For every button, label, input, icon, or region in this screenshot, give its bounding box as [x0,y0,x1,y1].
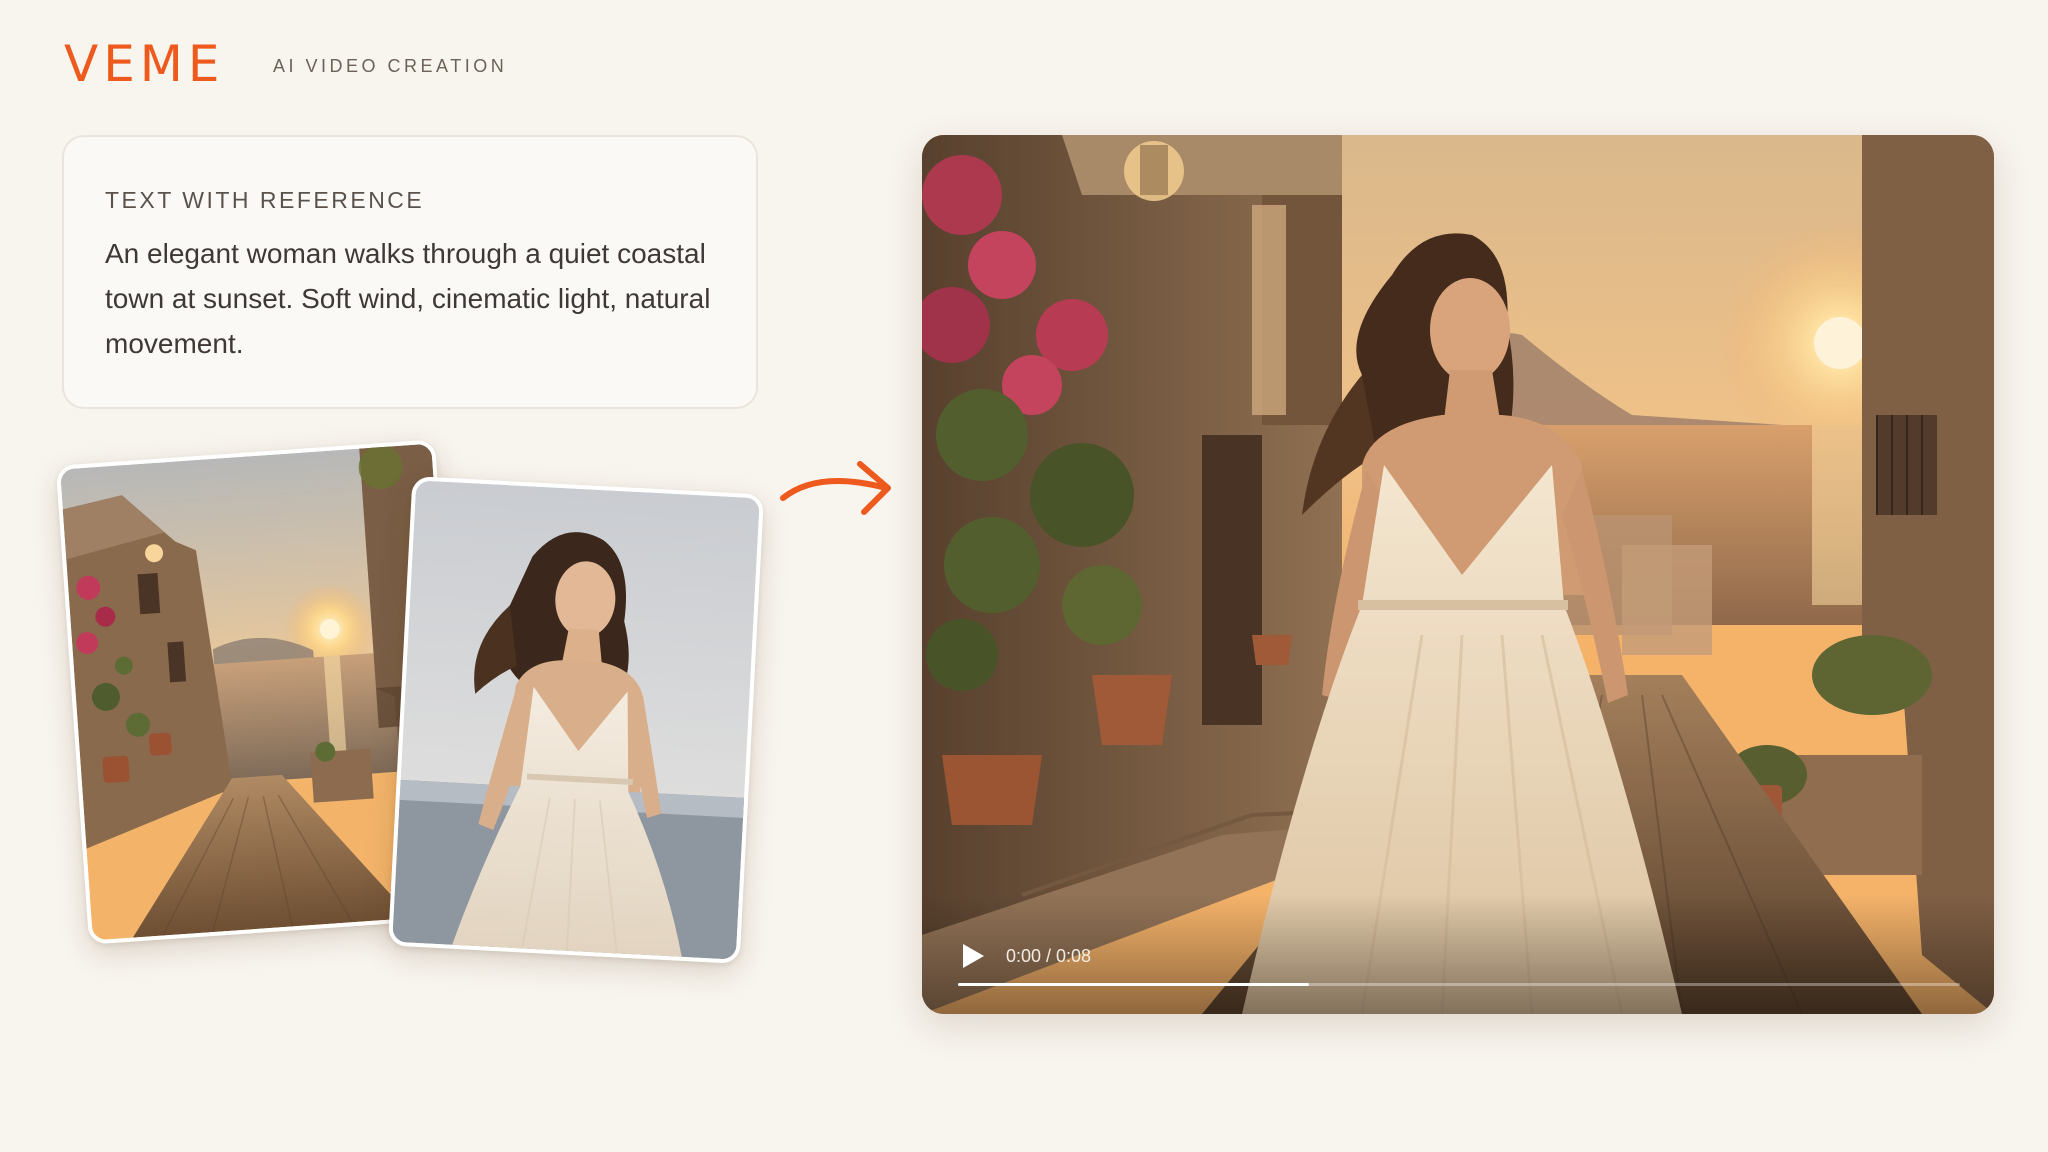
video-time-display: 0:00 / 0:08 [1006,946,1092,966]
arrow-right-icon [780,461,891,515]
generated-video-frame [922,135,1994,1014]
prompt-heading: TEXT WITH REFERENCE [105,187,425,213]
prompt-text: An elegant woman walks through a quiet c… [105,238,711,359]
play-icon[interactable] [960,942,986,970]
woman-portrait-photo [392,480,760,960]
brand-tagline: AI VIDEO CREATION [273,56,508,76]
video-player[interactable]: 0:00 / 0:08 [922,135,1994,1014]
page: VEME AI VIDEO CREATION TEXT WITH REFEREN… [0,0,2048,1152]
reference-image-person[interactable] [387,476,765,964]
video-progress-bar[interactable] [958,983,1960,986]
brand-logo[interactable]: VEME [64,36,225,92]
video-progress-fill [958,983,1309,986]
prompt-card: TEXT WITH REFERENCE An elegant woman wal… [62,135,758,409]
